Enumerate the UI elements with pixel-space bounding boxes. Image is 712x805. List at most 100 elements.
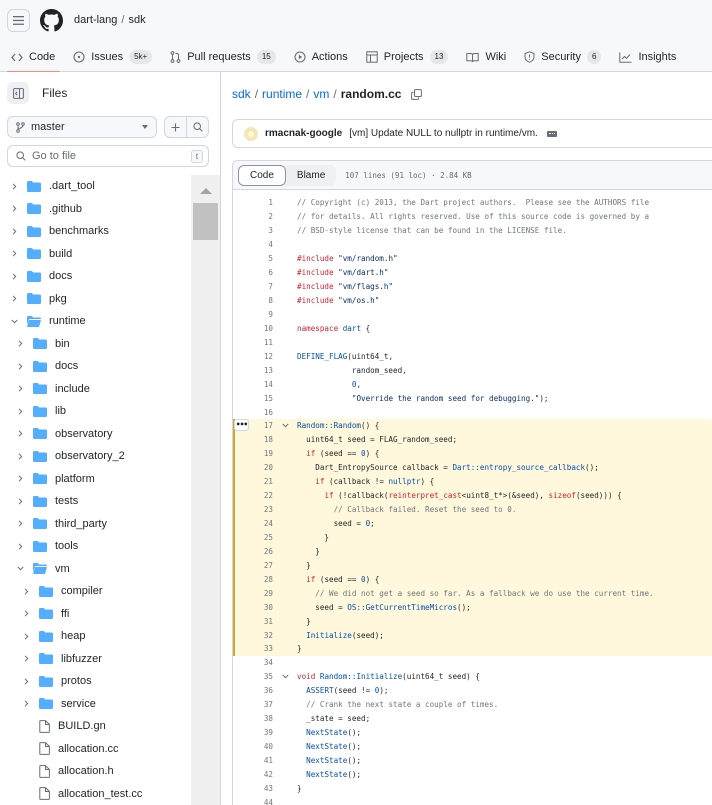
file-tree-scrollbar[interactable] (191, 175, 220, 805)
chevron-right-icon[interactable] (16, 475, 24, 483)
line-number[interactable]: 38 (233, 714, 273, 723)
line-number[interactable]: 21 (233, 477, 273, 486)
chevron-right-icon[interactable] (10, 295, 18, 303)
code-view-tab[interactable]: Code (238, 164, 286, 186)
line-number[interactable]: 44 (233, 798, 273, 805)
repo-name-link[interactable]: sdk (128, 14, 145, 26)
line-number[interactable]: 8 (233, 296, 273, 305)
line-number[interactable]: 32 (233, 631, 273, 640)
chevron-right-icon[interactable] (10, 205, 18, 213)
fold-chevron-icon[interactable] (273, 674, 297, 679)
tab-wiki[interactable]: Wiki (466, 42, 506, 72)
tab-security[interactable]: Security 6 (524, 42, 602, 72)
tree-folder[interactable]: compiler (0, 580, 191, 603)
tree-file[interactable]: allocation_test.cc (0, 783, 191, 805)
line-number[interactable]: 1 (233, 198, 273, 207)
line-number[interactable]: 11 (233, 338, 273, 347)
line-number[interactable]: 22 (233, 491, 273, 500)
chevron-right-icon[interactable] (10, 250, 18, 258)
line-number[interactable]: 35 (233, 672, 273, 681)
line-number[interactable]: 31 (233, 617, 273, 626)
commit-author-link[interactable]: rmacnak-google (265, 128, 342, 139)
search-code-button[interactable] (186, 117, 208, 137)
line-number[interactable]: 9 (233, 310, 273, 319)
breadcrumb-sdk[interactable]: sdk (232, 87, 251, 101)
add-file-button[interactable] (165, 117, 186, 137)
line-number[interactable]: 14 (233, 380, 273, 389)
chevron-right-icon[interactable] (16, 497, 24, 505)
menu-button[interactable] (7, 9, 30, 32)
line-number[interactable]: 4 (233, 240, 273, 249)
line-number[interactable]: 28 (233, 575, 273, 584)
line-number[interactable]: 43 (233, 784, 273, 793)
chevron-right-icon[interactable] (16, 520, 24, 528)
line-number[interactable]: 39 (233, 728, 273, 737)
chevron-right-icon[interactable] (10, 182, 18, 190)
tree-folder[interactable]: third_party (0, 513, 191, 536)
tree-folder[interactable]: .github (0, 198, 191, 221)
chevron-right-icon[interactable] (22, 632, 30, 640)
chevron-right-icon[interactable] (16, 430, 24, 438)
tree-file[interactable]: BUILD.gn (0, 715, 191, 738)
tree-folder[interactable]: pkg (0, 288, 191, 311)
tree-folder[interactable]: docs (0, 265, 191, 288)
branch-selector[interactable]: master (7, 116, 157, 138)
tree-folder[interactable]: benchmarks (0, 220, 191, 243)
chevron-right-icon[interactable] (16, 362, 24, 370)
tree-folder[interactable]: tests (0, 490, 191, 513)
chevron-right-icon[interactable] (22, 677, 30, 685)
tree-folder[interactable]: vm (0, 558, 191, 581)
line-number[interactable]: 29 (233, 589, 273, 598)
copy-path-button[interactable] (411, 88, 423, 100)
tree-folder[interactable]: bin (0, 333, 191, 356)
line-number[interactable]: 27 (233, 561, 273, 570)
tree-folder[interactable]: observatory_2 (0, 445, 191, 468)
chevron-down-icon[interactable] (16, 565, 24, 573)
go-to-file-input[interactable]: Go to file t (7, 145, 209, 167)
breadcrumb-runtime[interactable]: runtime (262, 87, 302, 101)
tab-pull-requests[interactable]: Pull requests 15 (170, 42, 276, 72)
line-number[interactable]: 7 (233, 282, 273, 291)
line-number[interactable]: 30 (233, 603, 273, 612)
blame-view-tab[interactable]: Blame (286, 165, 336, 186)
tree-folder[interactable]: service (0, 693, 191, 716)
line-number[interactable]: 40 (233, 742, 273, 751)
chevron-right-icon[interactable] (16, 542, 24, 550)
line-number[interactable]: 3 (233, 226, 273, 235)
tree-folder[interactable]: build (0, 243, 191, 266)
line-number[interactable]: 41 (233, 756, 273, 765)
line-number[interactable]: 5 (233, 254, 273, 263)
author-avatar[interactable] (244, 126, 258, 141)
tree-folder[interactable]: lib (0, 400, 191, 423)
line-number[interactable]: 6 (233, 268, 273, 277)
line-number[interactable]: 23 (233, 505, 273, 514)
line-number[interactable]: 16 (233, 408, 273, 417)
chevron-right-icon[interactable] (10, 272, 18, 280)
chevron-right-icon[interactable] (16, 452, 24, 460)
line-number[interactable]: 13 (233, 366, 273, 375)
tab-insights[interactable]: Insights (619, 42, 676, 72)
breadcrumb-vm[interactable]: vm (313, 87, 329, 101)
tree-folder[interactable]: runtime (0, 310, 191, 333)
line-number[interactable]: 34 (233, 658, 273, 667)
line-number[interactable]: 10 (233, 324, 273, 333)
tree-folder[interactable]: docs (0, 355, 191, 378)
tree-folder[interactable]: ffi (0, 603, 191, 626)
tree-folder[interactable]: observatory (0, 423, 191, 446)
collapse-file-tree-button[interactable] (7, 82, 29, 104)
expand-commit-message-icon[interactable] (546, 130, 557, 137)
tree-folder[interactable]: libfuzzer (0, 648, 191, 671)
line-number[interactable]: 15 (233, 394, 273, 403)
scrollbar-thumb[interactable] (193, 203, 218, 240)
repo-owner-link[interactable]: dart-lang (74, 14, 117, 26)
line-number[interactable]: 12 (233, 352, 273, 361)
tree-folder[interactable]: platform (0, 468, 191, 491)
tree-folder[interactable]: heap (0, 625, 191, 648)
commit-message-link[interactable]: [vm] Update NULL to nullptr in runtime/v… (349, 128, 538, 139)
tree-folder[interactable]: .dart_tool (0, 175, 191, 198)
line-number[interactable]: 20 (233, 463, 273, 472)
github-logo-icon[interactable] (40, 9, 63, 32)
line-number[interactable]: 24 (233, 519, 273, 528)
line-number[interactable]: 36 (233, 686, 273, 695)
tree-file[interactable]: allocation.cc (0, 738, 191, 761)
